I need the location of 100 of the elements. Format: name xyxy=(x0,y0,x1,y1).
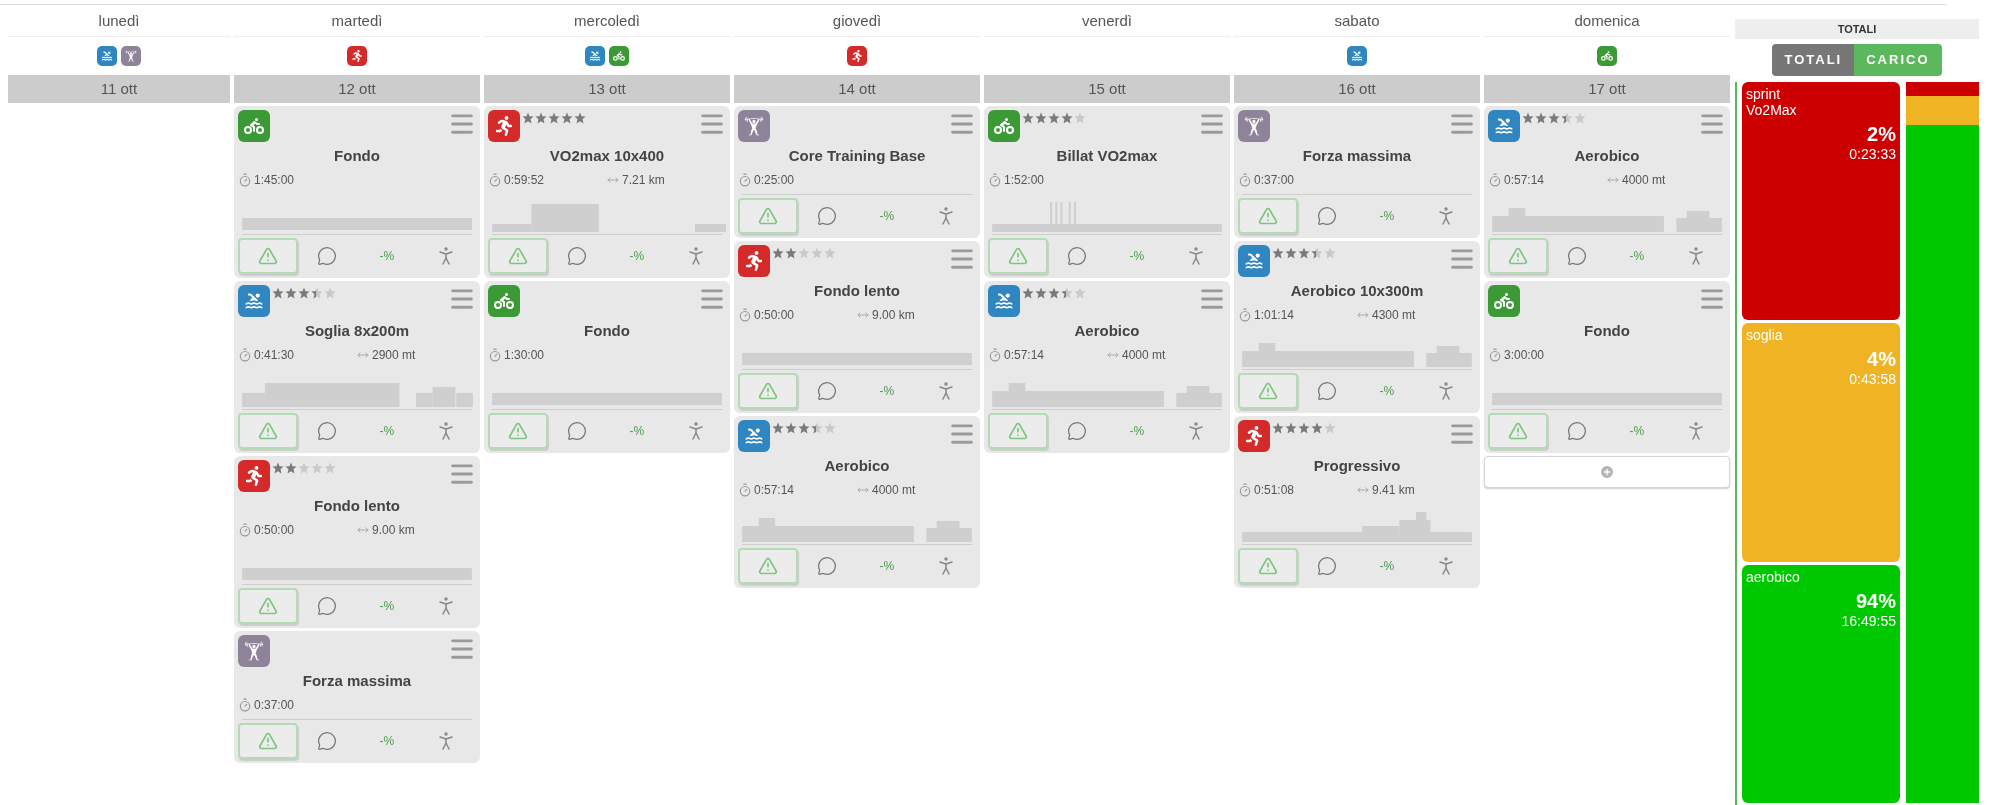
workout-title: Fondo xyxy=(1583,321,1631,341)
warning-icon xyxy=(1258,206,1278,226)
warning-button[interactable] xyxy=(988,413,1048,449)
star-icon xyxy=(1048,112,1060,124)
day-name: lunedì xyxy=(8,5,230,37)
stopwatch-icon xyxy=(238,698,252,712)
warning-button[interactable] xyxy=(238,723,298,759)
warning-button[interactable] xyxy=(1488,238,1548,274)
warning-icon xyxy=(1258,556,1278,576)
workout-card[interactable]: Soglia 8x200m 0:41:30 2900 mt -% xyxy=(234,281,480,453)
star-icon xyxy=(1061,287,1073,299)
zone-time: 0:43:58 xyxy=(1849,371,1896,388)
comment-icon[interactable] xyxy=(567,246,588,266)
swimmer-icon xyxy=(238,285,270,317)
warning-button[interactable] xyxy=(1238,373,1298,409)
star-icon xyxy=(1522,112,1534,124)
workout-card[interactable]: Core Training Base 0:25:00 -% xyxy=(734,106,980,238)
workout-card[interactable]: Fondo 1:45:00 -% xyxy=(234,106,480,278)
warning-button[interactable] xyxy=(488,413,548,449)
star-icon xyxy=(311,287,323,299)
cyclist-icon xyxy=(609,46,629,66)
star-icon xyxy=(1272,247,1284,259)
workout-card[interactable]: Fondo lento 0:50:00 9.00 km -% xyxy=(734,241,980,413)
comment-icon[interactable] xyxy=(317,421,338,441)
warning-button[interactable] xyxy=(238,588,298,624)
warning-button[interactable] xyxy=(988,238,1048,274)
warning-button[interactable] xyxy=(738,548,798,584)
cyclist-icon xyxy=(988,110,1020,142)
warning-button[interactable] xyxy=(1238,198,1298,234)
comment-icon[interactable] xyxy=(1567,421,1588,441)
workout-card[interactable]: Progressivo 0:51:08 9.41 km -% xyxy=(1234,416,1480,588)
comment-icon[interactable] xyxy=(1067,246,1088,266)
comment-icon[interactable] xyxy=(317,596,338,616)
day-name: venerdì xyxy=(984,5,1230,37)
workout-card[interactable]: Fondo lento 0:50:00 9.00 km -% xyxy=(234,456,480,628)
comment-icon[interactable] xyxy=(1317,556,1338,576)
zone-time: 16:49:55 xyxy=(1841,612,1896,629)
star-icon xyxy=(1561,112,1573,124)
workout-card[interactable]: Aerobico 10x300m 1:01:14 4300 mt -% xyxy=(1234,241,1480,413)
stopwatch-icon xyxy=(238,348,252,362)
warning-button[interactable] xyxy=(738,373,798,409)
date-bar: 17 ott xyxy=(1484,75,1730,103)
workout-title: Fondo xyxy=(333,146,381,166)
swimmer-icon xyxy=(738,420,770,452)
warning-icon xyxy=(758,556,778,576)
zone-percent: 2% xyxy=(1867,122,1896,146)
swimmer-icon xyxy=(97,46,117,66)
runner-icon xyxy=(488,110,520,142)
workout-distance: 4000 mt xyxy=(1122,347,1166,364)
star-icon xyxy=(785,422,797,434)
workout-title: Soglia 8x200m xyxy=(303,321,411,341)
zone-name: soglia xyxy=(1746,327,1783,344)
warning-icon xyxy=(258,596,278,616)
warning-button[interactable] xyxy=(1238,548,1298,584)
warning-button[interactable] xyxy=(488,238,548,274)
comment-icon[interactable] xyxy=(817,556,838,576)
comment-icon[interactable] xyxy=(1317,381,1338,401)
star-icon xyxy=(811,422,823,434)
workout-card[interactable]: Aerobico 0:57:14 4000 mt -% xyxy=(734,416,980,588)
load-percent: -% xyxy=(879,208,895,225)
workout-duration: 0:50:00 xyxy=(254,522,295,539)
workout-card[interactable]: Forza massima 0:37:00 -% xyxy=(234,631,480,763)
view-toggle[interactable]: TOTALI xyxy=(1772,44,1855,76)
warning-icon xyxy=(1508,246,1528,266)
star-icon xyxy=(1535,112,1547,124)
comment-icon[interactable] xyxy=(317,246,338,266)
workout-card[interactable]: VO2max 10x400 0:59:52 7.21 km -% xyxy=(484,106,730,278)
load-percent: -% xyxy=(1129,423,1145,440)
workout-card[interactable]: Fondo 1:30:00 -% xyxy=(484,281,730,453)
comment-icon[interactable] xyxy=(817,206,838,226)
workout-card[interactable]: Billat VO2max 1:52:00 -% xyxy=(984,106,1230,278)
star-icon xyxy=(298,462,310,474)
workout-title: Aerobico 10x300m xyxy=(1289,281,1425,301)
comment-icon[interactable] xyxy=(567,421,588,441)
comment-icon[interactable] xyxy=(317,731,338,751)
workout-card[interactable]: Aerobico 0:57:14 4000 mt -% xyxy=(984,281,1230,453)
comment-icon[interactable] xyxy=(1567,246,1588,266)
date-bar: 15 ott xyxy=(984,75,1230,103)
workout-distance: 4300 mt xyxy=(1372,307,1416,324)
workout-card[interactable]: Aerobico 0:57:14 4000 mt -% xyxy=(1484,106,1730,278)
workout-title: Billat VO2max xyxy=(1055,146,1159,166)
workout-title: Aerobico xyxy=(823,456,891,476)
star-icon xyxy=(785,247,797,259)
warning-icon xyxy=(1508,421,1528,441)
warning-button[interactable] xyxy=(238,238,298,274)
warning-button[interactable] xyxy=(1488,413,1548,449)
day-name: giovedì xyxy=(734,5,980,37)
weightlifter-icon xyxy=(1238,110,1270,142)
warning-button[interactable] xyxy=(738,198,798,234)
star-icon xyxy=(1324,247,1336,259)
warning-button[interactable] xyxy=(238,413,298,449)
comment-icon[interactable] xyxy=(817,381,838,401)
comment-icon[interactable] xyxy=(1317,206,1338,226)
workout-card[interactable]: Forza massima 0:37:00 -% xyxy=(1234,106,1480,238)
workout-card[interactable]: Fondo 3:00:00 -% xyxy=(1484,281,1730,453)
stopwatch-icon xyxy=(1488,348,1502,362)
comment-icon[interactable] xyxy=(1067,421,1088,441)
star-icon xyxy=(1272,422,1284,434)
zone-name: aerobico xyxy=(1746,568,1800,585)
add-workout-button[interactable] xyxy=(1484,456,1730,488)
